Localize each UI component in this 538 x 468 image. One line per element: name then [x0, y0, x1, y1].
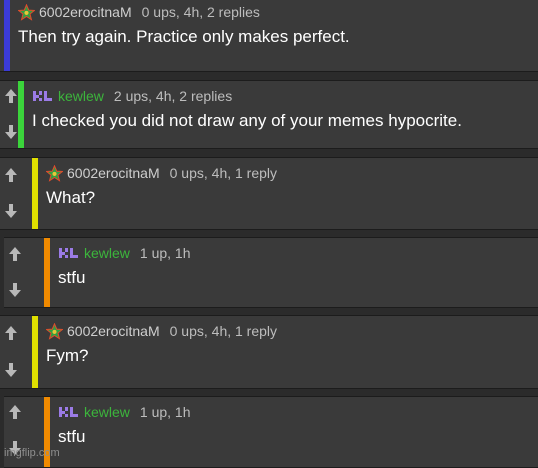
comment-username[interactable]: 6002erocitnaM — [67, 323, 160, 339]
star-avatar-icon — [46, 322, 63, 340]
downvote-button[interactable] — [2, 202, 20, 220]
comment-text: I checked you did not draw any of your m… — [32, 111, 462, 130]
kl-avatar-icon — [59, 248, 78, 258]
upvote-button[interactable] — [2, 166, 20, 184]
comment-meta: 2 ups, 4h, 2 replies — [113, 88, 233, 104]
comment: kewlew 1 up, 1h stfu — [4, 237, 538, 308]
upvote-button[interactable] — [6, 245, 24, 263]
comment: 6002erocitnaM 0 ups, 4h, 1 reply What? — [0, 157, 538, 230]
comment-username[interactable]: 6002erocitnaM — [67, 165, 160, 181]
kl-avatar-icon — [59, 407, 78, 417]
comment-meta: 0 ups, 4h, 2 replies — [141, 4, 260, 20]
comment-username[interactable]: kewlew — [58, 88, 104, 104]
comment: kewlew 1 up, 1h stfu — [4, 396, 538, 468]
comment-meta: 1 up, 1h — [139, 404, 191, 420]
star-avatar-icon — [46, 164, 63, 182]
comment-username[interactable]: kewlew — [84, 245, 130, 261]
comment: 6002erocitnaM 0 ups, 4h, 2 replies Then … — [0, 0, 538, 72]
downvote-button[interactable] — [6, 281, 24, 299]
comment-text: stfu — [58, 268, 86, 287]
comment: kewlew 2 ups, 4h, 2 replies I checked yo… — [0, 80, 538, 149]
comment-text: stfu — [58, 427, 86, 446]
comment-text: Then try again. Practice only makes perf… — [18, 27, 350, 46]
comment-meta: 0 ups, 4h, 1 reply — [169, 323, 278, 339]
star-avatar-icon — [18, 3, 35, 21]
comment-meta: 1 up, 1h — [139, 245, 191, 261]
comment-username[interactable]: kewlew — [84, 404, 130, 420]
comment-text: Fym? — [46, 346, 89, 365]
upvote-button[interactable] — [6, 403, 24, 421]
watermark: imgflip.com — [4, 447, 60, 459]
comment-meta: 0 ups, 4h, 1 reply — [169, 165, 278, 181]
kl-avatar-icon — [33, 91, 52, 101]
comment: 6002erocitnaM 0 ups, 4h, 1 reply Fym? — [0, 315, 538, 389]
comment-text: What? — [46, 188, 96, 207]
downvote-button[interactable] — [2, 361, 20, 379]
comment-username[interactable]: 6002erocitnaM — [39, 4, 132, 20]
upvote-button[interactable] — [2, 324, 20, 342]
